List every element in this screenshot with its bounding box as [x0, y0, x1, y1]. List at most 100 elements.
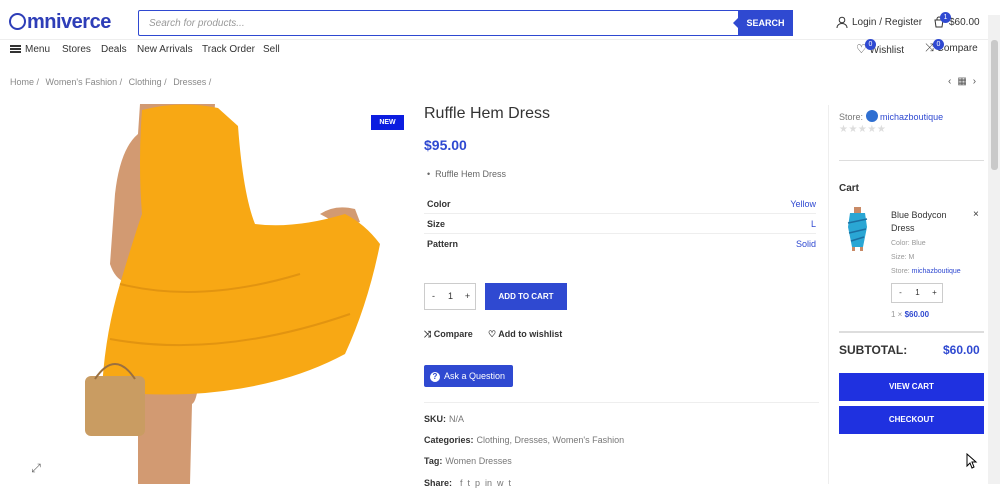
cart-line-qty: 1 ×: [891, 310, 903, 319]
compare-button[interactable]: ⤨ Compare: [424, 329, 473, 340]
wishlist-text: Add to wishlist: [498, 329, 563, 339]
grid-icon[interactable]: ▦: [957, 76, 972, 87]
tag-label: Tag:: [424, 456, 443, 466]
question-icon: ?: [430, 372, 440, 382]
attribute-name: Color: [427, 199, 451, 209]
user-icon: [836, 16, 848, 29]
site-logo[interactable]: mniverce: [9, 11, 111, 34]
product-navigation: ‹▦›: [948, 76, 982, 87]
checkout-button[interactable]: CHECKOUT: [839, 406, 984, 434]
breadcrumb-dresses[interactable]: Dresses /: [173, 77, 211, 87]
nav-bar: Menu Stores Deals New Arrivals Track Ord…: [0, 39, 1000, 60]
short-description-text: Ruffle Hem Dress: [435, 169, 507, 179]
store-info: Store: michazboutique: [839, 110, 943, 122]
store-label: Store:: [839, 112, 864, 122]
product-share: Share: f t p in w t: [424, 478, 511, 488]
header: mniverce SEARCH Login / Register $60.00 …: [0, 0, 1000, 40]
search-bar: SEARCH: [138, 10, 793, 36]
share-label: Share:: [424, 478, 453, 488]
nav-deals[interactable]: Deals: [101, 44, 127, 55]
new-badge: NEW: [371, 115, 404, 130]
subtotal-label: SUBTOTAL:: [839, 343, 908, 357]
wishlist-count-badge: 0: [865, 39, 876, 50]
breadcrumb-home[interactable]: Home /: [10, 77, 39, 87]
cart-item-image[interactable]: [841, 207, 874, 251]
attribute-name: Pattern: [427, 239, 459, 249]
compare-text: Compare: [433, 329, 473, 339]
next-product-icon[interactable]: ›: [973, 76, 982, 87]
cart-quantity-stepper: - 1 +: [891, 283, 943, 303]
remove-item-icon[interactable]: ×: [973, 209, 979, 220]
cart-line-price: $60.00: [904, 310, 930, 319]
breadcrumb-womens-fashion[interactable]: Women's Fashion /: [46, 77, 123, 87]
qty-input[interactable]: 1: [442, 291, 459, 301]
sku-value: N/A: [449, 414, 465, 424]
nav-sell[interactable]: Sell: [263, 44, 280, 55]
cart-item-size: Size: M: [891, 254, 915, 261]
ask-question-button[interactable]: ? Ask a Question: [424, 365, 513, 387]
categories-links[interactable]: Clothing, Dresses, Women's Fashion: [477, 435, 625, 445]
logo-text: mniverce: [27, 11, 111, 33]
cart-item-line-total: 1 × $60.00: [891, 310, 929, 319]
header-cart[interactable]: $60.00 1: [933, 12, 980, 28]
short-description: • Ruffle Hem Dress: [427, 169, 507, 179]
qty-decrease-button[interactable]: -: [425, 291, 442, 301]
cart-qty-decrease-button[interactable]: -: [892, 288, 909, 297]
mouse-cursor-icon: [966, 453, 978, 469]
wicker-bag: [85, 376, 145, 436]
add-to-wishlist-button[interactable]: ♡ Add to wishlist: [488, 329, 562, 340]
cart-title: Cart: [839, 183, 860, 194]
nav-stores[interactable]: Stores: [62, 44, 91, 55]
store-avatar: [865, 110, 878, 122]
subtotal-value: $60.00: [943, 343, 980, 357]
attribute-value[interactable]: Yellow: [790, 199, 816, 209]
attribute-name: Size: [427, 219, 446, 229]
product-sku: SKU: N/A: [424, 414, 464, 424]
cart-total: $60.00: [949, 17, 980, 28]
qty-increase-button[interactable]: +: [459, 291, 476, 301]
attribute-value[interactable]: Solid: [796, 239, 816, 249]
cart-item-store-link[interactable]: michazboutique: [912, 268, 961, 275]
cart-item-color: Color: Blue: [891, 240, 926, 247]
cart-item-store: Store: michazboutique: [891, 268, 961, 275]
scrollbar-thumb[interactable]: [991, 40, 998, 170]
tag-link[interactable]: Women Dresses: [445, 456, 511, 466]
login-register-link[interactable]: Login / Register: [836, 16, 923, 29]
cart-count-badge: 1: [940, 12, 951, 23]
nav-track-order[interactable]: Track Order: [202, 44, 255, 55]
product-categories: Categories: Clothing, Dresses, Women's Fa…: [424, 435, 624, 445]
cart-item-name[interactable]: Blue Bodycon Dress: [891, 209, 961, 235]
sidebar-divider: [828, 105, 829, 484]
logo-globe-icon: [9, 13, 26, 30]
add-to-cart-button[interactable]: ADD TO CART: [485, 283, 567, 310]
menu-button[interactable]: Menu: [10, 44, 50, 55]
store-rating: ★★★★★: [839, 124, 887, 135]
hamburger-icon: [10, 45, 21, 53]
attribute-value[interactable]: L: [811, 219, 816, 229]
product-title: Ruffle Hem Dress: [424, 105, 550, 122]
view-cart-button[interactable]: VIEW CART: [839, 373, 984, 401]
divider: [839, 160, 984, 161]
compare-link[interactable]: ⤨ Compare 0: [925, 39, 978, 55]
login-label: Login / Register: [852, 17, 923, 28]
breadcrumb-clothing[interactable]: Clothing /: [129, 77, 167, 87]
nav-new-arrivals[interactable]: New Arrivals: [137, 44, 193, 55]
ask-question-label: Ask a Question: [444, 371, 506, 381]
attribute-row: Color Yellow: [424, 194, 816, 214]
product-image[interactable]: [80, 104, 410, 484]
shuffle-icon: ⤨: [424, 329, 432, 339]
search-button[interactable]: SEARCH: [733, 10, 793, 36]
quantity-stepper: - 1 +: [424, 283, 476, 310]
prev-product-icon[interactable]: ‹: [948, 76, 957, 87]
divider: [424, 402, 819, 403]
dress-shape: [102, 104, 380, 395]
share-icons[interactable]: f t p in w t: [455, 478, 511, 488]
compare-count-badge: 0: [933, 39, 944, 50]
wishlist-link[interactable]: ♡ Wishlist 0: [856, 39, 904, 56]
expand-icon[interactable]: ⤢: [24, 456, 48, 480]
cart-qty-increase-button[interactable]: +: [926, 288, 943, 297]
breadcrumb: Home / Women's Fashion / Clothing / Dres…: [10, 77, 215, 87]
search-input[interactable]: [139, 11, 739, 35]
cart-qty-input[interactable]: 1: [909, 288, 926, 297]
store-link[interactable]: michazboutique: [880, 112, 943, 122]
